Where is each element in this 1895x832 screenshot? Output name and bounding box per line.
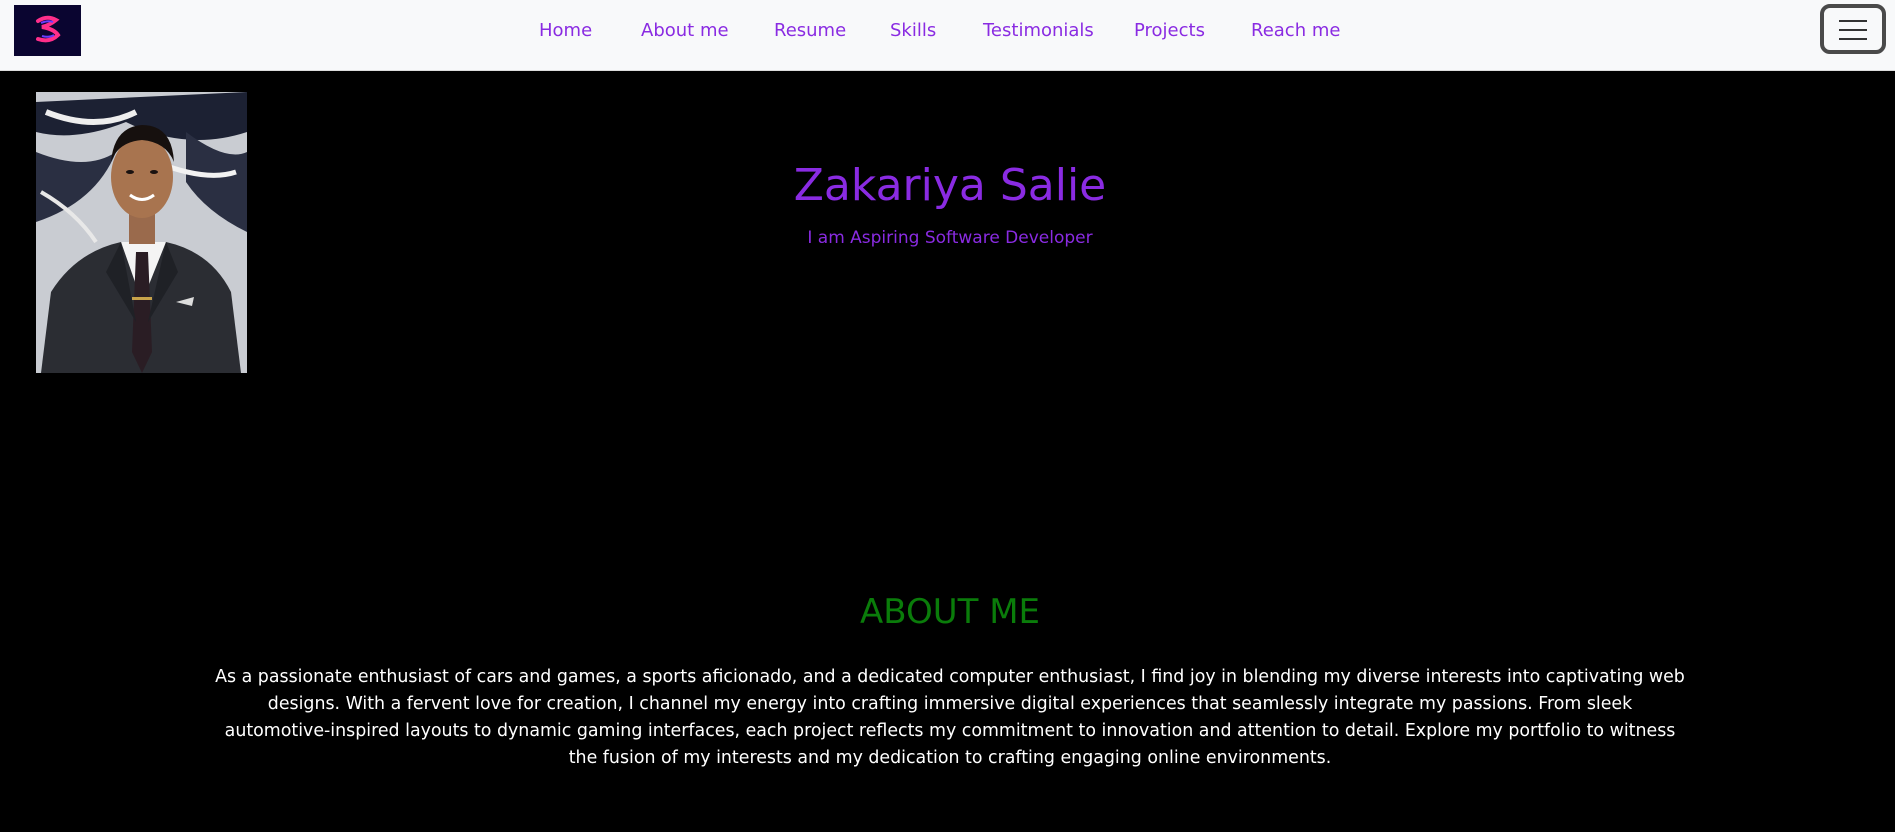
nav-link-testimonials[interactable]: Testimonials [983,20,1094,41]
navbar-toggler-button[interactable] [1820,4,1886,54]
nav-link-reach-me[interactable]: Reach me [1251,20,1340,41]
hero-tagline: I am Aspiring Software Developer [807,228,1093,248]
about-heading: ABOUT ME [859,592,1041,632]
about-body: As a passionate enthusiast of cars and g… [215,667,1685,768]
nav-link-about-me[interactable]: About me [641,20,729,41]
nav-links: Home About me Resume Skills Testimonials… [0,0,1895,62]
hero-name: Zakariya Salie [793,160,1107,211]
nav-link-resume[interactable]: Resume [774,20,846,41]
nav-link-skills[interactable]: Skills [890,20,936,41]
nav-link-projects[interactable]: Projects [1134,20,1205,41]
nav-link-home[interactable]: Home [539,20,592,41]
navbar: Home About me Resume Skills Testimonials… [0,0,1895,71]
